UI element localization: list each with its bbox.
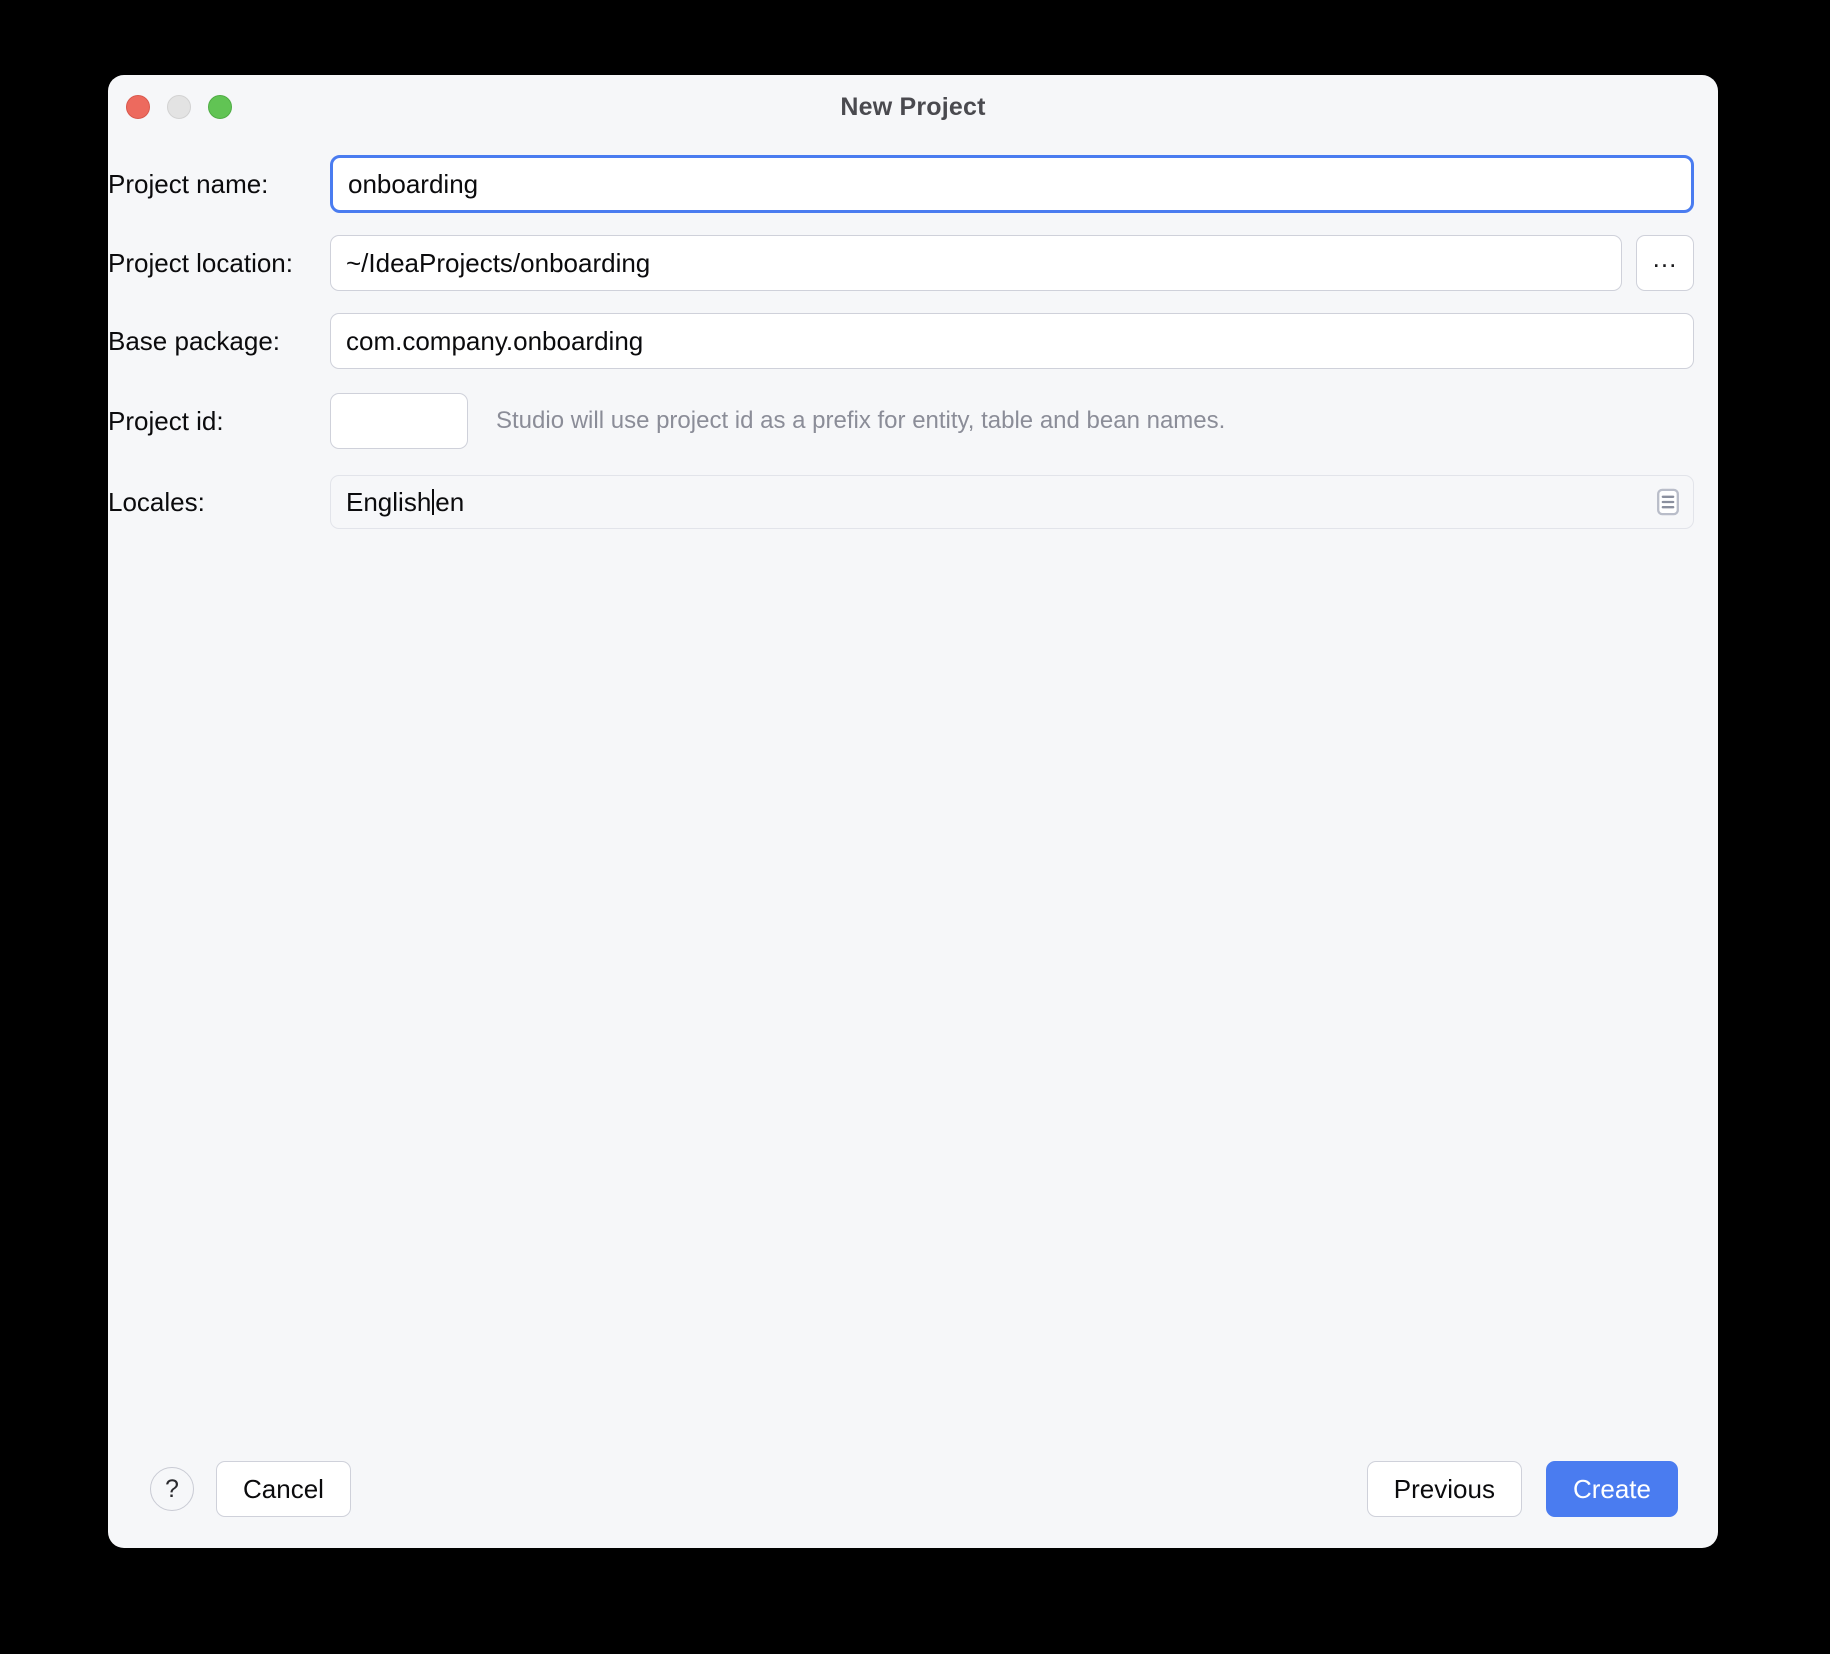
base-package-label: Base package: <box>108 326 330 357</box>
screen: New Project Project name: onboarding Pro… <box>0 0 1830 1654</box>
locales-field-wrap: English en <box>330 475 1718 529</box>
footer-right-group: Previous Create <box>1367 1461 1678 1517</box>
base-package-input[interactable]: com.company.onboarding <box>330 313 1694 369</box>
locales-value-before: English <box>346 487 431 518</box>
project-location-field-wrap: ~/IdeaProjects/onboarding ... <box>330 235 1718 291</box>
previous-button[interactable]: Previous <box>1367 1461 1522 1517</box>
dialog-footer: ? Cancel Previous Create <box>108 1430 1718 1548</box>
row-base-package: Base package: com.company.onboarding <box>108 313 1718 369</box>
row-project-name: Project name: onboarding <box>108 155 1718 213</box>
cancel-button[interactable]: Cancel <box>216 1461 351 1517</box>
new-project-form: Project name: onboarding Project locatio… <box>108 155 1718 529</box>
dialog-titlebar: New Project <box>108 75 1718 137</box>
project-id-input[interactable] <box>330 393 468 449</box>
project-location-label: Project location: <box>108 248 330 279</box>
project-id-label: Project id: <box>108 406 330 437</box>
help-icon[interactable]: ? <box>150 1467 194 1511</box>
locales-value-after: en <box>435 487 464 518</box>
footer-left-group: ? Cancel <box>150 1461 351 1517</box>
project-name-input[interactable]: onboarding <box>330 155 1694 213</box>
locales-label: Locales: <box>108 487 330 518</box>
locales-value: English en <box>346 487 464 518</box>
row-locales: Locales: English en <box>108 475 1718 529</box>
project-id-field-wrap: Studio will use project id as a prefix f… <box>330 393 1718 449</box>
locales-input[interactable]: English en <box>330 475 1694 529</box>
row-project-location: Project location: ~/IdeaProjects/onboard… <box>108 235 1718 291</box>
project-name-field-wrap: onboarding <box>330 155 1718 213</box>
list-icon[interactable] <box>1655 487 1681 517</box>
new-project-dialog: New Project Project name: onboarding Pro… <box>108 75 1718 1548</box>
create-button[interactable]: Create <box>1546 1461 1678 1517</box>
base-package-field-wrap: com.company.onboarding <box>330 313 1718 369</box>
row-project-id: Project id: Studio will use project id a… <box>108 393 1718 449</box>
browse-location-button[interactable]: ... <box>1636 235 1694 291</box>
project-name-label: Project name: <box>108 169 330 200</box>
project-id-hint: Studio will use project id as a prefix f… <box>496 407 1225 435</box>
text-caret <box>432 489 434 515</box>
project-location-input[interactable]: ~/IdeaProjects/onboarding <box>330 235 1622 291</box>
dialog-title: New Project <box>108 93 1718 122</box>
